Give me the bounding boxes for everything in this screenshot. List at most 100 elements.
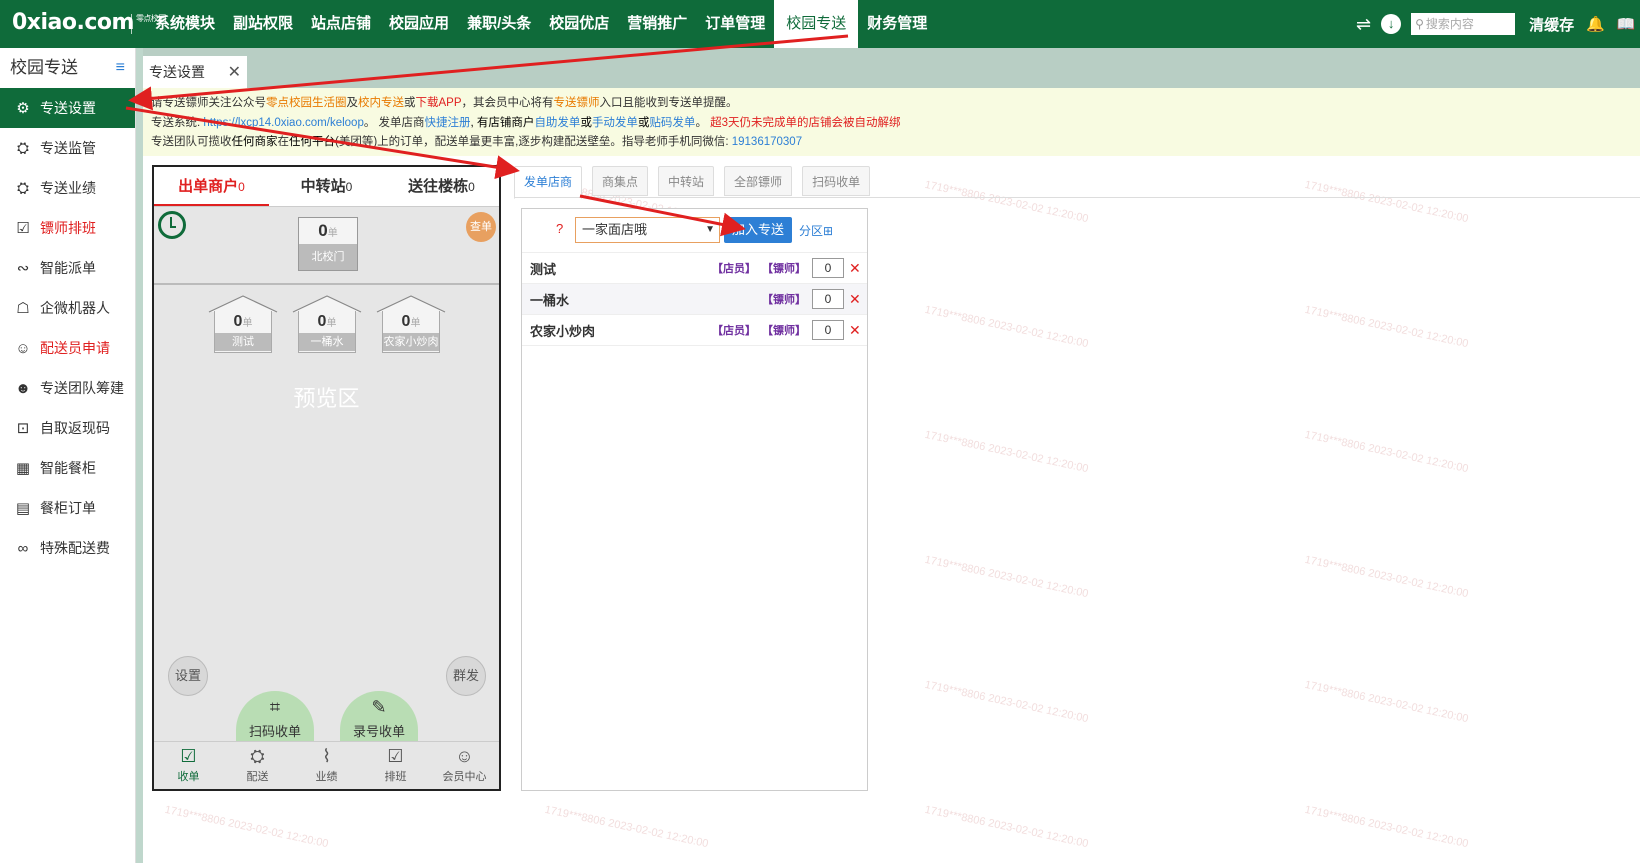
sub-tab-0[interactable]: 发单店商 xyxy=(514,166,583,199)
shop-select[interactable]: 一家面店哦 ▼ xyxy=(575,217,720,243)
nav-item-5[interactable]: 校园优店 xyxy=(540,0,618,48)
nav-item-8[interactable]: 校园专送 xyxy=(774,0,859,48)
panel-toolbar: ? 一家面店哦 ▼ 加入专送 分区⊞ xyxy=(522,209,867,253)
sidebar-item-7[interactable]: ☻ 专送团队筹建 xyxy=(0,368,135,408)
sidebar-item-1[interactable]: ⛭ 专送监管 xyxy=(0,128,135,168)
sidebar-item-10[interactable]: ▤ 餐柜订单 xyxy=(0,488,135,528)
phone-footer-item-0[interactable]: ☑ 收单 xyxy=(154,742,223,789)
phone-tab-0[interactable]: 出单商户0 xyxy=(154,167,269,206)
nav-item-6[interactable]: 营销推广 xyxy=(618,0,696,48)
sub-tab-4[interactable]: 扫码收单 xyxy=(802,166,871,196)
page-tab-label: 专送设置 xyxy=(149,64,205,80)
phone-footer-item-2[interactable]: ⌇ 业绩 xyxy=(292,742,361,789)
sub-tab-2[interactable]: 中转站 xyxy=(658,166,715,196)
book-icon[interactable]: 📖 xyxy=(1617,15,1636,33)
shop-staff-tag[interactable]: 【店员】 xyxy=(712,322,756,338)
sidebar-item-4[interactable]: ∾ 智能派单 xyxy=(0,248,135,288)
notice-link-download-app[interactable]: 下载APP xyxy=(416,97,462,109)
collapse-menu-icon[interactable]: ≡ xyxy=(116,48,125,88)
close-icon[interactable]: ✕ xyxy=(228,62,241,82)
quantity-input[interactable]: 0 xyxy=(812,258,844,278)
notice-link-system-url[interactable]: https://lxcp14.0xiao.com/keloop xyxy=(203,117,363,129)
phone-tabs: 出单商户0 中转站0 送往楼栋0 xyxy=(154,167,499,207)
broadcast-button[interactable]: 群发 xyxy=(446,656,486,696)
sidebar-item-2[interactable]: ⛭ 专送业绩 xyxy=(0,168,135,208)
phone-tab-1[interactable]: 中转站0 xyxy=(269,167,384,206)
clock-icon[interactable] xyxy=(158,211,186,239)
notice-link-self-order[interactable]: 自助发单 xyxy=(534,117,580,129)
brand-logo[interactable]: 0xiao.com 零点校园 xyxy=(12,10,166,35)
phone-tab-label: 出单商户 xyxy=(178,178,239,195)
notice-link-campus-delivery[interactable]: 校内专送 xyxy=(358,97,404,109)
notice-banner: 请专送镖师关注公众号零点校园生活圈及校内专送或下载APP，其会员中心将有专送镖师… xyxy=(143,88,1640,156)
nav-item-2[interactable]: 站点店铺 xyxy=(302,0,380,48)
sidebar-item-label: 专送业绩 xyxy=(40,180,96,196)
add-to-delivery-button[interactable]: 加入专送 xyxy=(724,217,792,243)
delete-icon[interactable]: ✕ xyxy=(849,322,861,339)
sidebar-item-8[interactable]: ⊡ 自取返现码 xyxy=(0,408,135,448)
notice-link-quick-register[interactable]: 快捷注册 xyxy=(425,117,471,129)
sidebar-item-label: 专送设置 xyxy=(40,100,96,116)
delete-icon[interactable]: ✕ xyxy=(849,260,861,277)
delete-icon[interactable]: ✕ xyxy=(849,291,861,308)
nav-item-0[interactable]: 系统模块 xyxy=(146,0,224,48)
search-input[interactable] xyxy=(1425,17,1516,31)
merchant-house-2[interactable]: 0单 农家小炒肉 xyxy=(376,295,446,355)
notice-text: (美团等)上的订单，配送单量更丰富,逐步构建配送壁垒。指导老师手机同微信: xyxy=(335,136,732,148)
settings-button[interactable]: 设置 xyxy=(168,656,208,696)
nav-item-7[interactable]: 订单管理 xyxy=(696,0,774,48)
phone-footer-item-4[interactable]: ☺ 会员中心 xyxy=(430,742,499,789)
phone-footer-label: 收单 xyxy=(177,771,200,783)
clear-cache-button[interactable]: 清缓存 xyxy=(1529,14,1574,35)
nav-item-4[interactable]: 兼职/头条 xyxy=(458,0,540,48)
watermark-text: 1719***8806 2023-02-02 12:20:00 xyxy=(1303,178,1470,226)
help-icon[interactable]: ? xyxy=(556,221,563,236)
nav-item-1[interactable]: 副站权限 xyxy=(224,0,302,48)
phone-footer-item-3[interactable]: ☑ 排班 xyxy=(361,742,430,789)
sidebar-item-icon: ☖ xyxy=(16,300,30,317)
phone-tab-label: 中转站 xyxy=(300,178,346,195)
sidebar-item-icon: ☑ xyxy=(16,220,30,237)
nav-item-3[interactable]: 校园应用 xyxy=(380,0,458,48)
merchant-panel: ? 一家面店哦 ▼ 加入专送 分区⊞ 测试 【店员】 【镖师】 0 ✕ 一桶水 【镖师】 0 ✕… xyxy=(521,208,868,791)
transfer-station-box[interactable]: 0单 北校门 xyxy=(298,217,358,271)
sidebar-item-0[interactable]: ⚙ 专送设置 xyxy=(0,88,135,128)
house-body: 0单 农家小炒肉 xyxy=(382,311,440,353)
phone-tab-2[interactable]: 送往楼栋0 xyxy=(384,167,499,206)
notice-link-sticker-order[interactable]: 贴码发单 xyxy=(649,117,695,129)
download-icon[interactable]: ↓ xyxy=(1381,14,1402,34)
merchant-house-1[interactable]: 0单 一桶水 xyxy=(292,295,362,355)
rider-tag[interactable]: 【镖师】 xyxy=(762,260,806,276)
zone-link[interactable]: 分区⊞ xyxy=(799,222,833,239)
check-order-button[interactable]: 查单 xyxy=(466,212,496,242)
page-tab-delivery-settings[interactable]: 专送设置 ✕ xyxy=(143,56,247,88)
notice-link-official-account[interactable]: 零点校园生活圈 xyxy=(266,97,347,109)
sidebar-item-icon: ☺ xyxy=(15,339,31,357)
sidebar-item-5[interactable]: ☖ 企微机器人 xyxy=(0,288,135,328)
sub-tab-3[interactable]: 全部镖师 xyxy=(724,166,793,196)
sidebar-header: 校园专送 ≡ xyxy=(0,48,135,88)
rider-tag[interactable]: 【镖师】 xyxy=(762,322,806,338)
nav-item-9[interactable]: 财务管理 xyxy=(858,0,936,48)
switch-icon[interactable]: ⇌ xyxy=(1356,14,1371,35)
bell-icon[interactable]: 🔔 xyxy=(1586,15,1605,33)
notice-text: , 有店铺商户 xyxy=(470,116,535,129)
shop-staff-tag[interactable]: 【店员】 xyxy=(712,260,756,276)
quantity-input[interactable]: 0 xyxy=(812,320,844,340)
gate-label: 北校门 xyxy=(299,244,357,270)
notice-link-manual-order[interactable]: 手动发单 xyxy=(592,117,638,129)
sidebar-item-3[interactable]: ☑ 镖师排班 xyxy=(0,208,135,248)
record-label: 录号收单 xyxy=(352,724,405,739)
sub-tab-1[interactable]: 商集点 xyxy=(592,166,649,196)
rider-tag[interactable]: 【镖师】 xyxy=(762,291,806,307)
quantity-input[interactable]: 0 xyxy=(812,289,844,309)
house-label: 一桶水 xyxy=(299,333,355,351)
top-right-tools: ⇌ ↓ ⚲ 清缓存 🔔 📖 xyxy=(1356,0,1635,48)
phone-footer-item-1[interactable]: ⛭ 配送 xyxy=(223,742,292,789)
sidebar-item-label: 特殊配送费 xyxy=(40,540,110,556)
sidebar-item-6[interactable]: ☺ 配送员申请 xyxy=(0,328,135,368)
merchant-house-0[interactable]: 0单 测试 xyxy=(208,295,278,355)
phone-footer-label: 排班 xyxy=(384,771,407,783)
sidebar-item-9[interactable]: ▦ 智能餐柜 xyxy=(0,448,135,488)
sidebar-item-11[interactable]: ∞ 特殊配送费 xyxy=(0,528,135,568)
